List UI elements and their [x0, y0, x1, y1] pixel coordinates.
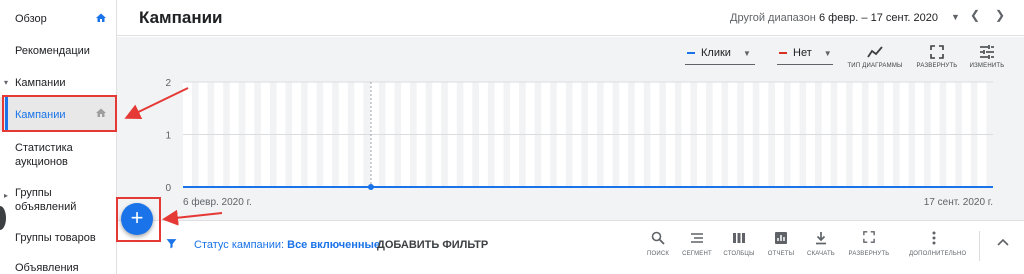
columns-icon — [715, 231, 763, 247]
sidebar-item-product-groups[interactable]: Группы товаров — [0, 231, 117, 247]
expand-table-button[interactable]: РАЗВЕРНУТЬ — [845, 231, 893, 257]
sidebar-item-auction-insights[interactable]: Статистика аукционов — [0, 141, 117, 171]
segment-icon — [673, 231, 721, 247]
columns-label: СТОЛБЦЫ — [723, 251, 755, 257]
page-header: Кампании Другой диапазон 6 февр. – 17 се… — [117, 0, 1024, 36]
more-button[interactable]: ДОПОЛНИТЕЛЬНО — [909, 231, 967, 257]
chevron-right-icon: ▸ — [4, 191, 9, 200]
sidebar-item-label: Кампании — [15, 109, 66, 121]
expand-label: РАЗВЕРНУТЬ — [848, 251, 890, 257]
chevron-up-icon[interactable] — [997, 235, 1009, 249]
y-tick-label: 0 — [165, 183, 171, 194]
home-icon[interactable] — [95, 12, 107, 28]
data-point — [367, 184, 374, 190]
sidebar: Обзор Рекомендации ▾ Кампании Кампании С… — [0, 0, 117, 274]
chart-canvas: 0 1 2 6 февр. 2020 г. 17 сент. 2020 г. — [165, 78, 993, 208]
filter-bar: Статус кампании: Все включенные ДОБАВИТЬ… — [117, 220, 1024, 274]
download-icon — [797, 231, 845, 247]
download-button[interactable]: СКАЧАТЬ — [797, 231, 845, 257]
chevron-left-icon[interactable]: ❮ — [970, 8, 980, 22]
filter-value: Все включенные — [287, 239, 381, 251]
sidebar-item-campaigns[interactable]: Кампании — [0, 97, 117, 131]
home-icon[interactable] — [95, 107, 107, 123]
sidebar-item-label: Группы объявлений — [15, 187, 77, 213]
filter-icon[interactable] — [165, 237, 178, 253]
date-range-label: Другой диапазон — [730, 12, 816, 24]
sidebar-group-campaigns[interactable]: ▾ Кампании — [0, 76, 117, 92]
selection-indicator — [5, 97, 8, 131]
sidebar-item-ad-groups[interactable]: ▸ Группы объявлений — [0, 186, 117, 216]
chevron-right-icon[interactable]: ❯ — [995, 8, 1005, 22]
campaign-status-filter[interactable]: Статус кампании: Все включенные — [194, 239, 380, 251]
fullscreen-icon — [845, 231, 893, 247]
date-range-picker[interactable]: 6 февр. – 17 сент. 2020 — [819, 12, 938, 24]
y-tick-label: 1 — [165, 131, 171, 142]
chevron-down-icon: ▾ — [4, 78, 9, 87]
sidebar-item-label: Рекомендации — [15, 45, 90, 57]
more-label: ДОПОЛНИТЕЛЬНО — [909, 251, 967, 257]
sidebar-item-label: Статистика аукционов — [15, 142, 73, 168]
download-label: СКАЧАТЬ — [807, 251, 835, 257]
segment-button[interactable]: СЕГМЕНТ — [673, 231, 721, 257]
chevron-down-icon[interactable]: ▼ — [951, 12, 960, 22]
x-tick-label: 6 февр. 2020 г. — [183, 196, 252, 208]
sidebar-item-label: Группы товаров — [15, 232, 96, 244]
sidebar-item-ads[interactable]: Объявления — [0, 261, 117, 274]
x-tick-label: 17 сент. 2020 г. — [924, 197, 993, 208]
chart-panel: Клики ▼ Нет ▼ ТИП ДИАГРАММЫ РАЗВЕРНУТЬ ИЗМ… — [117, 37, 1024, 220]
sidebar-item-overview[interactable]: Обзор — [0, 12, 117, 28]
sidebar-item-label: Обзор — [15, 13, 47, 25]
y-tick-label: 2 — [165, 78, 171, 89]
toolbar-divider — [979, 231, 980, 261]
add-filter-button[interactable]: ДОБАВИТЬ ФИЛЬТР — [377, 239, 488, 251]
filter-prefix: Статус кампании: — [194, 239, 288, 251]
segment-label: СЕГМЕНТ — [682, 251, 712, 257]
sidebar-item-label: Объявления — [15, 262, 79, 274]
page-title: Кампании — [139, 8, 223, 27]
create-button[interactable]: + — [121, 203, 153, 235]
columns-button[interactable]: СТОЛБЦЫ — [715, 231, 763, 257]
sidebar-item-label: Кампании — [15, 77, 66, 89]
more-vert-icon — [909, 231, 959, 247]
sidebar-item-recommendations[interactable]: Рекомендации — [0, 44, 117, 60]
